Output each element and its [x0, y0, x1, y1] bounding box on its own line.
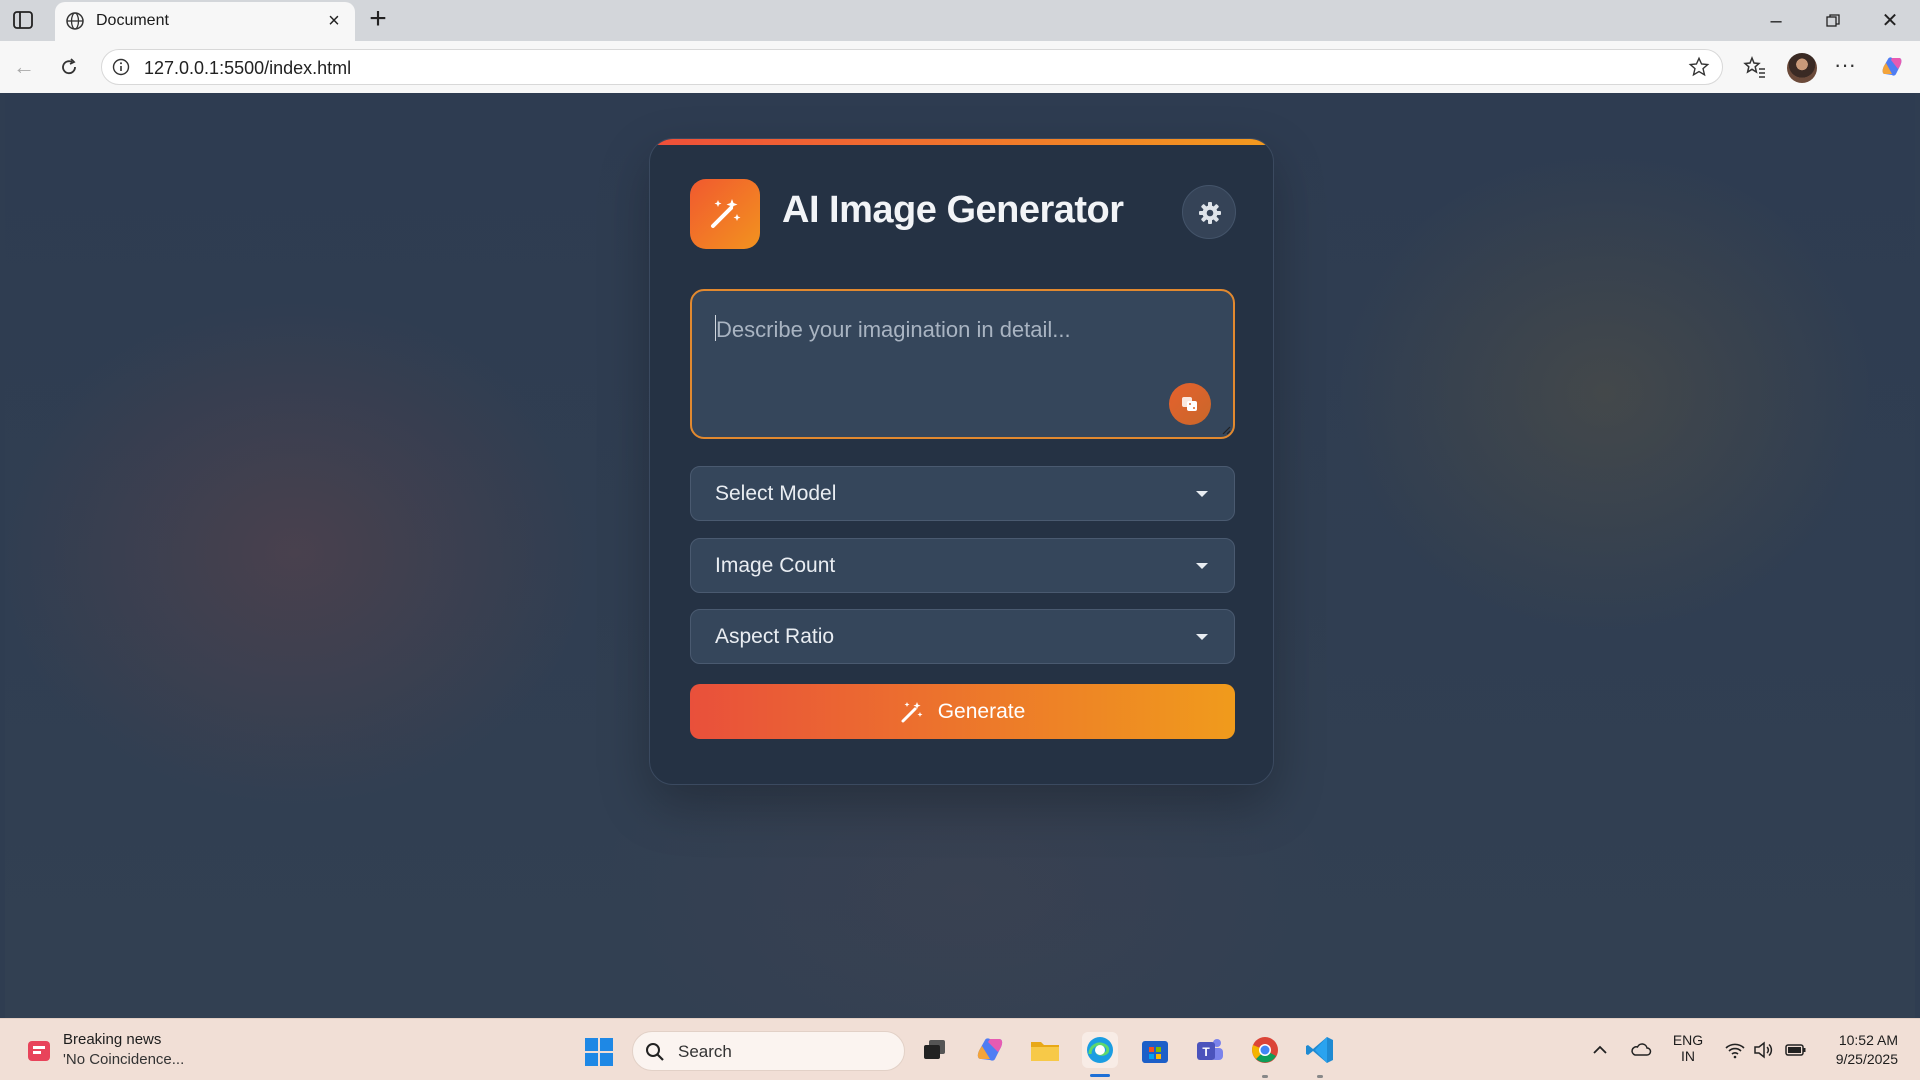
file-explorer-icon[interactable]	[1027, 1032, 1063, 1068]
generate-button[interactable]: Generate	[690, 684, 1235, 739]
news-title[interactable]: Breaking news	[63, 1031, 161, 1048]
browser-tabstrip: Document × + – ✕	[0, 0, 1920, 41]
system-clock[interactable]: 10:52 AM 9/25/2025	[1836, 1031, 1898, 1069]
dice-icon	[1182, 397, 1197, 411]
close-window-icon[interactable]: ✕	[1877, 8, 1903, 34]
teams-icon[interactable]: T	[1192, 1032, 1228, 1068]
image-count-select-label: Image Count	[715, 554, 836, 577]
browser-toolbar: ← 127.0.0.1:5500/index.html ···	[0, 41, 1920, 93]
search-label: Search	[678, 1042, 732, 1061]
card-accent-bar	[650, 139, 1273, 145]
page-viewport: AI Image Generator Describe your imagina…	[5, 93, 1915, 1018]
search-icon	[646, 1043, 664, 1061]
language-indicator[interactable]: ENG IN	[1670, 1032, 1706, 1064]
address-bar[interactable]: 127.0.0.1:5500/index.html	[101, 49, 1723, 85]
copilot-app-icon[interactable]	[972, 1032, 1008, 1068]
generate-label: Generate	[937, 699, 1026, 723]
site-info-icon[interactable]	[112, 58, 130, 76]
model-select[interactable]: Select Model	[690, 466, 1235, 521]
gear-icon	[1199, 202, 1221, 224]
svg-text:T: T	[1202, 1045, 1210, 1059]
chevron-down-icon	[1196, 634, 1208, 640]
settings-button[interactable]	[1182, 185, 1236, 239]
onedrive-cloud-icon[interactable]	[1630, 1039, 1652, 1061]
language-region: IN	[1681, 1048, 1695, 1064]
globe-icon	[65, 11, 85, 31]
prompt-textarea[interactable]: Describe your imagination in detail...	[690, 289, 1235, 439]
generator-card: AI Image Generator Describe your imagina…	[649, 138, 1274, 785]
news-subtitle[interactable]: 'No Coincidence...	[63, 1051, 184, 1068]
prompt-placeholder: Describe your imagination in detail...	[716, 317, 1071, 342]
minimize-icon[interactable]: –	[1763, 8, 1789, 34]
profile-avatar[interactable]	[1787, 53, 1817, 83]
image-count-select[interactable]: Image Count	[690, 538, 1235, 593]
restore-icon[interactable]	[1820, 8, 1846, 34]
clock-time: 10:52 AM	[1838, 1032, 1898, 1048]
wifi-icon[interactable]	[1724, 1039, 1746, 1061]
aspect-ratio-select[interactable]: Aspect Ratio	[690, 609, 1235, 664]
aspect-ratio-select-label: Aspect Ratio	[715, 625, 835, 648]
favorite-star-icon[interactable]	[1688, 56, 1710, 78]
news-icon[interactable]	[24, 1036, 54, 1066]
magic-wand-icon	[901, 701, 923, 722]
new-tab-icon[interactable]: +	[364, 4, 392, 34]
running-app-indicator	[1262, 1075, 1268, 1078]
vscode-icon[interactable]	[1302, 1032, 1338, 1068]
favorites-icon[interactable]	[1742, 54, 1768, 80]
url-text: 127.0.0.1:5500/index.html	[144, 58, 352, 78]
language-code: ENG	[1672, 1032, 1704, 1048]
tab-actions-icon[interactable]	[12, 10, 34, 30]
magic-wand-icon	[690, 179, 760, 249]
chevron-down-icon	[1196, 491, 1208, 497]
taskbar: Breaking news 'No Coincidence... Search …	[0, 1018, 1920, 1080]
model-select-label: Select Model	[715, 482, 837, 505]
chevron-down-icon	[1196, 563, 1208, 569]
task-view-icon[interactable]	[917, 1032, 953, 1068]
windows-start-icon[interactable]	[584, 1037, 614, 1067]
copilot-icon[interactable]	[1879, 54, 1905, 80]
taskbar-search[interactable]: Search	[632, 1031, 905, 1071]
chevron-up-icon[interactable]	[1589, 1039, 1611, 1061]
refresh-icon[interactable]	[54, 52, 84, 82]
resize-grip-icon[interactable]	[1221, 425, 1231, 435]
tab-title: Document	[96, 12, 169, 29]
back-icon[interactable]: ←	[9, 52, 39, 82]
random-prompt-button[interactable]	[1169, 383, 1211, 425]
more-options-icon[interactable]: ···	[1832, 54, 1858, 80]
tab-document[interactable]: Document ×	[55, 2, 355, 41]
running-app-indicator	[1317, 1075, 1323, 1078]
microsoft-store-icon[interactable]	[1137, 1032, 1173, 1068]
edge-browser-icon[interactable]	[1082, 1032, 1118, 1068]
volume-icon[interactable]	[1752, 1039, 1774, 1061]
active-app-indicator	[1090, 1074, 1110, 1077]
battery-icon[interactable]	[1785, 1039, 1807, 1061]
app-title: AI Image Generator	[782, 189, 1124, 231]
clock-date: 9/25/2025	[1835, 1051, 1898, 1067]
close-tab-icon[interactable]: ×	[323, 10, 345, 32]
chrome-icon[interactable]	[1247, 1032, 1283, 1068]
